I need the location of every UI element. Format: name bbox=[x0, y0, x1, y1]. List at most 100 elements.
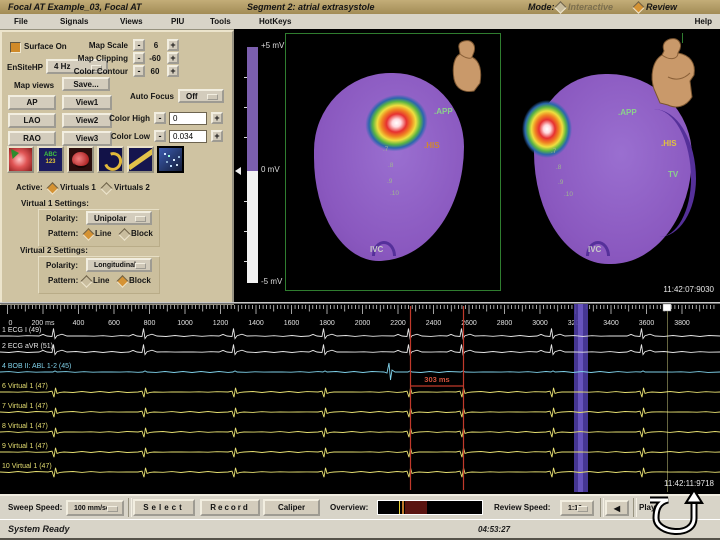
ruler-label: 1800 bbox=[319, 320, 335, 327]
color-high-minus-button[interactable]: - bbox=[154, 112, 166, 124]
color-high-plus-button[interactable]: + bbox=[211, 112, 223, 124]
virtuals2-radio[interactable] bbox=[100, 182, 113, 195]
time-cursor-handle[interactable] bbox=[662, 304, 672, 312]
color-low-input[interactable]: 0.034 bbox=[169, 130, 207, 143]
save-views-button[interactable]: Save... bbox=[62, 77, 110, 91]
review-speed-dropdown[interactable]: 1:10 bbox=[560, 500, 594, 516]
trace-waveform bbox=[0, 427, 720, 438]
mode-review-label[interactable]: Review bbox=[646, 0, 677, 14]
title-bar: Focal AT Example_03, Focal AT Segment 2:… bbox=[0, 0, 720, 14]
auto-focus-dropdown[interactable]: Off bbox=[178, 89, 224, 103]
virtual2-pattern-label: Pattern: bbox=[48, 276, 79, 285]
torso-orientation-icon-left[interactable] bbox=[450, 39, 484, 93]
virtual-points-icon[interactable] bbox=[157, 146, 184, 173]
virtual2-polarity-label: Polarity: bbox=[46, 261, 79, 270]
mode-interactive-radio[interactable] bbox=[554, 1, 567, 14]
virtual1-polarity-dropdown[interactable]: Unipolar bbox=[86, 211, 152, 225]
menu-hotkeys[interactable]: HotKeys bbox=[259, 14, 291, 29]
menu-signals[interactable]: Signals bbox=[60, 14, 88, 29]
record-button[interactable]: Record bbox=[200, 499, 260, 516]
menu-help[interactable]: Help bbox=[695, 14, 712, 29]
color-contour-minus-button[interactable]: - bbox=[133, 65, 145, 77]
dropdown-bar-icon bbox=[135, 216, 146, 222]
color-high-input[interactable]: 0 bbox=[169, 112, 207, 125]
status-bar: System Ready 04:53:27 bbox=[0, 519, 720, 540]
application-window: Focal AT Example_03, Focal AT Segment 2:… bbox=[0, 0, 720, 540]
map-contour-icon[interactable] bbox=[67, 146, 94, 173]
mode-interactive-label[interactable]: Interactive bbox=[568, 0, 613, 14]
caliper-button[interactable]: Caliper bbox=[263, 499, 320, 516]
virtuals2-label[interactable]: Virtuals 2 bbox=[114, 183, 150, 192]
virtuals1-radio[interactable] bbox=[46, 182, 59, 195]
color-low-plus-button[interactable]: + bbox=[211, 130, 223, 142]
virtual-point-label: .8 bbox=[388, 162, 394, 169]
label-tv-right: TV bbox=[668, 170, 679, 179]
menu-piu[interactable]: PIU bbox=[171, 14, 184, 29]
ruler-label: 2200 bbox=[390, 320, 406, 327]
map-scale-plus-button[interactable]: + bbox=[167, 39, 179, 51]
view-button-rao[interactable]: RAO bbox=[8, 131, 56, 146]
torso-orientation-icon-right[interactable] bbox=[646, 37, 700, 109]
map-fill-icon[interactable] bbox=[7, 146, 34, 173]
virtual-point-label: .9 bbox=[558, 179, 564, 186]
map-clipping-value: -60 bbox=[149, 54, 161, 63]
virtual2-pattern-line-label[interactable]: Line bbox=[93, 276, 109, 285]
color-contour-plus-button[interactable]: + bbox=[167, 65, 179, 77]
sweep-speed-dropdown[interactable]: 100 mm/sec bbox=[66, 500, 124, 516]
dropdown-bar-icon bbox=[577, 506, 588, 512]
plus-icon: + bbox=[214, 131, 220, 141]
step-back-button[interactable]: ◀ bbox=[605, 500, 629, 516]
menu-views[interactable]: Views bbox=[120, 14, 143, 29]
color-low-minus-button[interactable]: - bbox=[154, 130, 166, 142]
trace-label: 2 ECG aVR (51) bbox=[2, 343, 53, 350]
map-clipping-plus-button[interactable]: + bbox=[167, 52, 179, 64]
minus-icon: - bbox=[158, 131, 162, 141]
select-button[interactable]: Select bbox=[133, 499, 195, 516]
colorbar-marker-icon[interactable] bbox=[235, 167, 241, 175]
colorbar-min-label: -5 mV bbox=[261, 277, 283, 286]
catheter-tool-icon[interactable] bbox=[127, 146, 154, 173]
virtual2-polarity-value: Longitudinal bbox=[94, 261, 136, 269]
ruler-label: 3800 bbox=[674, 320, 690, 327]
plus-icon: + bbox=[170, 53, 176, 63]
waveform-display[interactable]: 0 200 ms 400 600 800 1000 1200 1400 1600 1800 2000… bbox=[0, 304, 720, 492]
virtual-point-label: .10 bbox=[390, 190, 400, 197]
menu-file[interactable]: File bbox=[14, 14, 28, 29]
colorbar-zero-label: 0 mV bbox=[261, 165, 280, 174]
dropdown-bar-icon bbox=[107, 506, 118, 512]
crescent-tool-icon[interactable] bbox=[97, 146, 124, 173]
virtual-point-label: .7 bbox=[383, 146, 389, 153]
toolbar-divider bbox=[128, 498, 132, 517]
map-clipping-minus-button[interactable]: - bbox=[133, 52, 145, 64]
trace-waveform bbox=[0, 407, 720, 418]
mode-review-radio[interactable] bbox=[632, 1, 645, 14]
trace-label: 1 ECG I (49) bbox=[2, 327, 41, 334]
menu-tools[interactable]: Tools bbox=[210, 14, 231, 29]
map-scale-minus-button[interactable]: - bbox=[133, 39, 145, 51]
virtual1-polarity-value: Unipolar bbox=[94, 213, 127, 223]
virtual1-pattern-block-label[interactable]: Block bbox=[131, 229, 153, 238]
view-button-ap[interactable]: AP bbox=[8, 95, 56, 110]
review-band-core bbox=[578, 304, 583, 492]
view-button-lao[interactable]: LAO bbox=[8, 113, 56, 128]
virtual2-polarity-dropdown[interactable]: Longitudinal bbox=[86, 258, 152, 272]
ruler-label: 1400 bbox=[248, 320, 264, 327]
map-viewport[interactable]: +5 mV 0 mV -5 mV .APP .HIS IVC .APP .HIS… bbox=[234, 29, 720, 304]
virtual-point-label: .7 bbox=[551, 148, 557, 155]
virtual2-pattern-block-label[interactable]: Block bbox=[129, 276, 151, 285]
map-timestamp: 11:42:07:9030 bbox=[663, 285, 714, 294]
virtuals1-label[interactable]: Virtuals 1 bbox=[60, 183, 96, 192]
active-label: Active: bbox=[16, 183, 43, 192]
auto-focus-value: Off bbox=[186, 91, 198, 101]
overview-minimap[interactable] bbox=[377, 500, 483, 515]
voltage-colorbar bbox=[247, 47, 258, 171]
labels-abc123-icon[interactable] bbox=[37, 146, 64, 173]
virtual1-pattern-line-label[interactable]: Line bbox=[95, 229, 111, 238]
surface-on-checkbox[interactable] bbox=[10, 42, 21, 53]
plus-icon: + bbox=[170, 40, 176, 50]
overview-label: Overview: bbox=[330, 503, 369, 512]
ruler-label: 2800 bbox=[497, 320, 513, 327]
view-button-view1[interactable]: View1 bbox=[62, 95, 112, 110]
colorbar-tick bbox=[244, 201, 247, 202]
map-views-label: Map views bbox=[14, 81, 55, 90]
